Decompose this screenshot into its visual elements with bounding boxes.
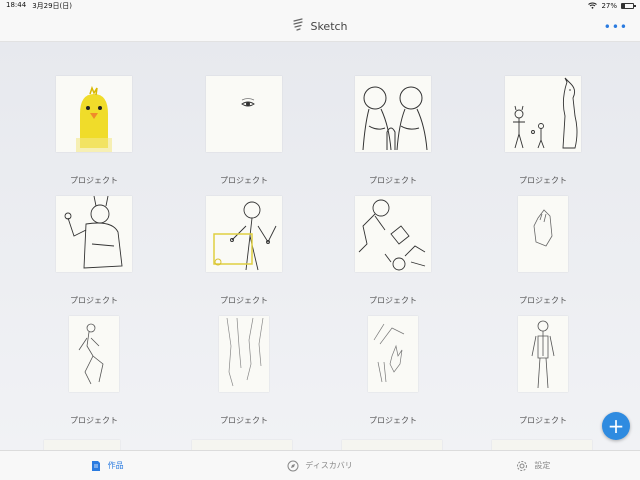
status-date: 3月29日(日) <box>32 2 73 10</box>
gear-icon <box>517 460 528 471</box>
project-label: プロジェクト <box>369 416 417 425</box>
compass-icon <box>287 460 299 471</box>
app-title: Sketch <box>310 20 348 33</box>
project-thumbnail[interactable] <box>192 440 292 450</box>
pose-arm-drawing <box>56 196 132 272</box>
status-bar: 18:44 3月29日(日) 27% <box>0 0 640 12</box>
legs-drawing <box>219 316 269 392</box>
project-thumbnail[interactable] <box>44 440 120 450</box>
project-thumbnail <box>206 76 282 152</box>
project-card[interactable]: プロジェクト <box>483 316 603 426</box>
project-card[interactable]: プロジェクト <box>333 316 453 426</box>
tumbling-drawing <box>355 196 431 272</box>
project-label: プロジェクト <box>519 416 567 425</box>
pose-box-drawing <box>206 196 282 272</box>
wifi-icon <box>588 2 598 11</box>
tab-bar: 作品 ディスカバリ 設定 <box>0 450 640 480</box>
project-card[interactable]: プロジェクト <box>34 76 154 186</box>
project-label: プロジェクト <box>70 416 118 425</box>
project-thumbnail <box>56 76 132 152</box>
project-thumbnail <box>355 76 431 152</box>
project-card[interactable]: プロジェクト <box>333 196 453 306</box>
tab-works[interactable]: 作品 <box>0 460 213 472</box>
project-thumbnail <box>206 196 282 272</box>
projects-gallery[interactable]: プロジェクト プロジェクト プロジェクト プロジェクト プロジェクト プロジェク… <box>0 42 640 450</box>
eye-drawing <box>206 76 282 152</box>
tab-label: 設定 <box>534 461 551 470</box>
project-thumbnail <box>368 316 418 392</box>
sitting-figure-drawing <box>69 316 119 392</box>
project-label: プロジェクト <box>519 296 567 305</box>
sketch-logo-icon <box>292 18 304 35</box>
status-time: 18:44 <box>6 1 27 9</box>
tab-label: ディスカバリ <box>305 461 353 470</box>
project-thumbnail <box>518 196 568 272</box>
project-label: プロジェクト <box>519 176 567 185</box>
project-thumbnail <box>219 316 269 392</box>
project-card[interactable]: プロジェクト <box>184 196 304 306</box>
project-card[interactable]: プロジェクト <box>34 316 154 426</box>
project-label: プロジェクト <box>70 176 118 185</box>
standing-figure-drawing <box>518 316 568 392</box>
project-card[interactable]: プロジェクト <box>184 316 304 426</box>
battery-icon <box>621 3 636 9</box>
project-thumbnail <box>505 76 581 152</box>
more-button[interactable]: ••• <box>604 20 628 34</box>
project-card[interactable]: プロジェクト <box>184 76 304 186</box>
project-thumbnail[interactable] <box>342 440 442 450</box>
project-card[interactable]: プロジェクト <box>483 196 603 306</box>
nav-bar: Sketch ••• <box>0 12 640 42</box>
project-card[interactable]: プロジェクト <box>483 76 603 186</box>
tab-label: 作品 <box>107 461 124 470</box>
figures-drawing <box>355 76 431 152</box>
project-label: プロジェクト <box>220 176 268 185</box>
chick-drawing <box>56 76 132 152</box>
project-label: プロジェクト <box>70 296 118 305</box>
project-thumbnail[interactable] <box>492 440 592 450</box>
project-thumbnail <box>518 316 568 392</box>
project-label: プロジェクト <box>220 416 268 425</box>
tab-discovery[interactable]: ディスカバリ <box>213 460 426 472</box>
add-project-button[interactable]: + <box>602 412 630 440</box>
characters-drawing <box>505 76 581 152</box>
project-thumbnail <box>56 196 132 272</box>
project-card[interactable]: プロジェクト <box>34 196 154 306</box>
peace-hands-drawing <box>368 316 418 392</box>
plus-icon: + <box>607 414 625 438</box>
project-card[interactable]: プロジェクト <box>333 76 453 186</box>
document-icon <box>91 460 100 471</box>
tab-settings[interactable]: 設定 <box>427 460 640 472</box>
project-label: プロジェクト <box>220 296 268 305</box>
battery-percent: 27% <box>601 2 617 10</box>
project-label: プロジェクト <box>369 176 417 185</box>
project-label: プロジェクト <box>369 296 417 305</box>
project-thumbnail <box>355 196 431 272</box>
hand-drawing <box>518 196 568 272</box>
project-thumbnail <box>69 316 119 392</box>
